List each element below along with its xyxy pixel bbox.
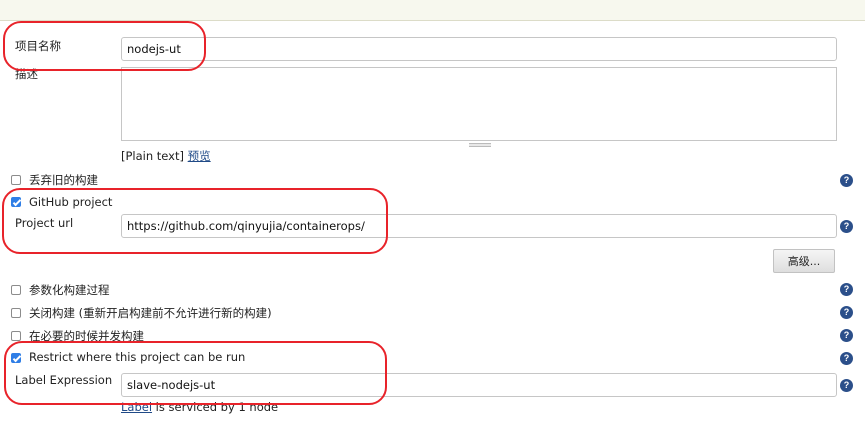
textarea-resize-handle[interactable] bbox=[469, 143, 491, 147]
label-link[interactable]: Label bbox=[121, 400, 152, 414]
concurrent-build-label: 在必要的时候并发构建 bbox=[29, 329, 144, 343]
label-expression-label: Label Expression bbox=[15, 373, 113, 387]
help-restrict-icon[interactable]: ? bbox=[840, 352, 853, 365]
top-bar bbox=[0, 0, 865, 21]
project-name-input[interactable] bbox=[121, 37, 837, 61]
disable-build-checkbox[interactable] bbox=[11, 308, 21, 318]
format-prefix: [Plain text] bbox=[121, 149, 184, 163]
discard-builds-label: 丢弃旧的构建 bbox=[29, 173, 98, 187]
github-project-checkbox[interactable] bbox=[11, 197, 21, 207]
github-project-label: GitHub project bbox=[29, 195, 113, 209]
help-discard-builds-icon[interactable]: ? bbox=[840, 174, 853, 187]
discard-builds-checkbox[interactable] bbox=[11, 175, 21, 185]
parameterized-checkbox[interactable] bbox=[11, 285, 21, 295]
disable-build-label: 关闭构建 (重新开启构建前不允许进行新的构建) bbox=[29, 306, 272, 320]
restrict-checkbox[interactable] bbox=[11, 353, 21, 363]
parameterized-label: 参数化构建过程 bbox=[29, 283, 110, 297]
preview-link[interactable]: 预览 bbox=[188, 149, 211, 163]
description-label: 描述 bbox=[15, 67, 38, 81]
concurrent-build-checkbox[interactable] bbox=[11, 331, 21, 341]
project-url-input[interactable] bbox=[121, 214, 837, 238]
help-label-expression-icon[interactable]: ? bbox=[840, 379, 853, 392]
help-parameterized-icon[interactable]: ? bbox=[840, 283, 853, 296]
restrict-label: Restrict where this project can be run bbox=[29, 350, 246, 364]
project-name-label: 项目名称 bbox=[15, 39, 61, 53]
description-textarea[interactable] bbox=[121, 67, 837, 141]
label-note-text: is serviced by 1 node bbox=[152, 400, 279, 414]
advanced-button[interactable]: 高级... bbox=[773, 249, 835, 273]
project-url-label: Project url bbox=[15, 216, 74, 230]
label-expression-input[interactable] bbox=[121, 373, 837, 397]
label-service-note: Label is serviced by 1 node bbox=[121, 400, 278, 414]
format-note: [Plain text] 预览 bbox=[121, 148, 211, 164]
help-project-url-icon[interactable]: ? bbox=[840, 220, 853, 233]
help-disable-build-icon[interactable]: ? bbox=[840, 306, 853, 319]
help-concurrent-build-icon[interactable]: ? bbox=[840, 329, 853, 342]
